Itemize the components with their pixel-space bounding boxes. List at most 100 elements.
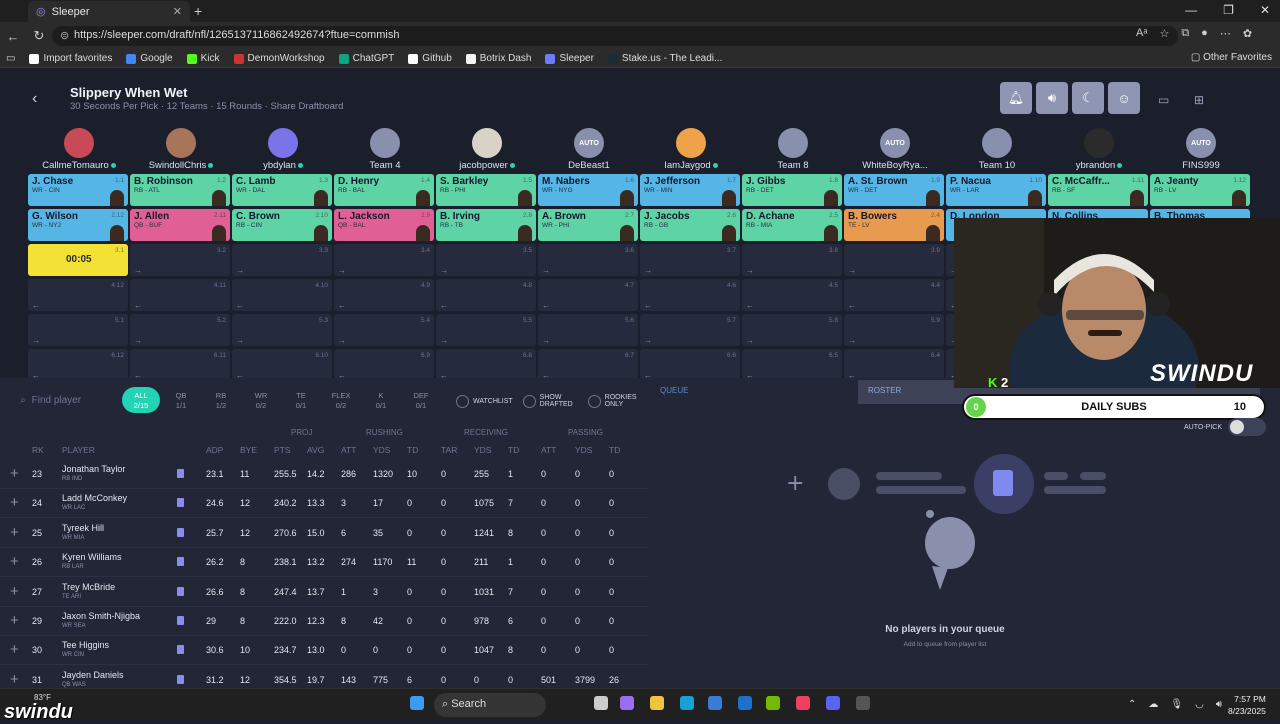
draft-pick-cell[interactable]: B. Robinson RB - ATL 1.2 [130, 174, 230, 206]
add-to-queue-icon[interactable]: + [10, 524, 19, 541]
position-tab[interactable]: K 0/1 [362, 387, 400, 413]
position-tab[interactable]: ALL 2/15 [122, 387, 160, 413]
add-to-queue-icon[interactable]: + [10, 494, 19, 511]
player-row[interactable]: +25 Tyreek Hill WR MIA 25.7 12 270.6 15.0 6 35 0 0… [0, 519, 648, 548]
filter-toggle[interactable]: WATCHLIST [456, 394, 513, 408]
nvidia-icon[interactable] [766, 696, 780, 710]
draft-pick-cell[interactable]: J. Chase WR - CIN 1.1 [28, 174, 128, 206]
player-search[interactable]: ⌕ Find player [20, 388, 106, 412]
player-name[interactable]: Ladd McConkey [62, 493, 127, 503]
player-news-icon[interactable] [177, 498, 184, 508]
team-column-header[interactable]: CallmeTomauro [28, 128, 130, 172]
close-window-icon[interactable]: ✕ [1260, 3, 1270, 17]
bookmark-item[interactable]: Botrix Dash [465, 53, 531, 64]
position-tab[interactable]: WR 0/2 [242, 387, 280, 413]
team-column-header[interactable]: jacobpower [436, 128, 538, 172]
bookmark-item[interactable]: Github [408, 53, 452, 64]
player-name[interactable]: Jaxon Smith-Njigba [62, 611, 140, 621]
player-news-icon[interactable] [177, 674, 184, 684]
add-to-queue-icon[interactable]: + [10, 671, 19, 688]
player-news-icon[interactable] [177, 557, 184, 567]
player-news-icon[interactable] [177, 645, 184, 655]
bookmark-item[interactable]: ChatGPT [338, 53, 394, 64]
favorite-star-icon[interactable]: ☆ [1159, 27, 1169, 40]
volume-icon[interactable]: 🔊︎ [1216, 699, 1222, 710]
tray-chevron-icon[interactable]: ⌃ [1128, 699, 1136, 710]
on-the-clock-cell[interactable]: 00:05 3.1 [28, 244, 128, 276]
browser-tab[interactable]: ◎ Sleeper ✕ [28, 1, 190, 22]
screen-icon[interactable]: ▭ [1158, 93, 1169, 107]
player-name[interactable]: Jonathan Taylor [62, 464, 125, 474]
team-column-header[interactable]: SwindollChris [130, 128, 232, 172]
player-name[interactable]: Tyreek Hill [62, 523, 104, 533]
team-column-header[interactable]: Team 8 [742, 128, 844, 172]
draft-pick-cell[interactable]: B. Irving RB - TB 2.8 [436, 209, 536, 241]
draft-pick-cell[interactable]: C. Lamb WR - DAL 1.3 [232, 174, 332, 206]
back-icon[interactable]: ← [0, 29, 26, 44]
column-header[interactable]: YDS [373, 445, 390, 455]
copilot-app-icon[interactable] [620, 696, 634, 710]
player-row[interactable]: +24 Ladd McConkey WR LAC 24.6 12 240.2 13.3 3 17… [0, 489, 648, 519]
column-header[interactable]: YDS [474, 445, 491, 455]
collections-icon[interactable]: ⧉ [1181, 27, 1189, 40]
draft-pick-cell[interactable]: A. Brown WR - PHI 2.7 [538, 209, 638, 241]
filter-toggle[interactable]: SHOW DRAFTED [522, 394, 578, 408]
filter-toggle[interactable]: ROOKIES ONLY [587, 394, 643, 408]
windows-start-icon[interactable] [410, 696, 424, 710]
address-bar[interactable]: ⊜ https://sleeper.com/draft/nfl/12651371… [52, 26, 1178, 46]
bookmark-item[interactable]: Import favorites [29, 53, 112, 64]
add-to-queue-icon[interactable]: + [10, 612, 19, 629]
draft-pick-cell[interactable]: G. Wilson WR - NYJ 2.12 [28, 209, 128, 241]
auto-pick-toggle[interactable] [1228, 418, 1266, 436]
player-news-icon[interactable] [177, 616, 184, 625]
draft-pick-cell[interactable]: D. Achane RB - MIA 2.5 [742, 209, 842, 241]
more-icon[interactable]: ⋯ [1220, 27, 1231, 40]
file-explorer-icon[interactable] [650, 696, 664, 710]
draft-pick-cell[interactable]: C. Brown RB - CIN 2.10 [232, 209, 332, 241]
position-tab[interactable]: TE 0/1 [282, 387, 320, 413]
player-news-icon[interactable] [177, 586, 184, 596]
taskbar-search[interactable]: ⌕ Search [434, 693, 546, 717]
wifi-icon[interactable]: ◡ [1195, 699, 1204, 710]
draft-pick-cell[interactable]: L. Jackson QB - BAL 2.9 [334, 209, 434, 241]
add-to-queue-icon[interactable]: + [10, 583, 19, 600]
draft-pick-cell[interactable]: C. McCaffr... RB - SF 1.11 [1048, 174, 1148, 206]
draft-pick-cell[interactable]: J. Gibbs RB - DET 1.8 [742, 174, 842, 206]
team-column-header[interactable]: AUTO FINS999 [1150, 128, 1252, 172]
player-row[interactable]: +23 Jonathan Taylor RB IND 23.1 11 255.5 14.2 2… [0, 460, 648, 489]
site-info-icon[interactable]: ⊜ [60, 29, 69, 42]
clock[interactable]: 7:57 PM 8/23/2025 [1228, 693, 1266, 717]
column-header[interactable]: RK [32, 445, 44, 455]
bookmark-item[interactable]: Kick [186, 53, 220, 64]
minimize-icon[interactable]: — [1185, 3, 1197, 17]
onedrive-icon[interactable]: ☁ [1148, 699, 1158, 710]
bookmark-item[interactable]: Stake.us - The Leadi... [607, 53, 722, 64]
bookmark-item[interactable]: Sleeper [545, 53, 594, 64]
obs-icon[interactable] [856, 696, 870, 710]
new-tab-icon[interactable]: + [194, 3, 202, 19]
player-row[interactable]: +27 Trey McBride TE ARI 26.6 8 247.4 13.7 1 3 0 0 1… [0, 578, 648, 607]
player-name[interactable]: Tee Higgins [62, 640, 109, 650]
other-favorites[interactable]: ▢ Other Favorites [1191, 52, 1272, 63]
player-row[interactable]: +29 Jaxon Smith-Njigba WR SEA 29 8 222.0 12.3 8… [0, 607, 648, 636]
position-tab[interactable]: FLEX 0/2 [322, 387, 360, 413]
sidebar-toggle-icon[interactable]: ▭ [6, 53, 15, 64]
draft-pick-cell[interactable]: A. Jeanty RB - LV 1.12 [1150, 174, 1250, 206]
draft-pick-cell[interactable]: B. Bowers TE - LV 2.4 [844, 209, 944, 241]
player-name[interactable]: Jayden Daniels [62, 670, 124, 680]
edge-icon[interactable] [680, 696, 694, 710]
store-icon[interactable] [708, 696, 722, 710]
bell-icon[interactable]: 🔔︎ [1000, 82, 1032, 114]
draft-pick-cell[interactable]: J. Allen QB - BUF 2.11 [130, 209, 230, 241]
refresh-icon[interactable]: ↻ [26, 28, 52, 44]
add-to-queue-icon[interactable]: + [10, 641, 19, 658]
column-header[interactable]: PLAYER [62, 445, 95, 455]
team-column-header[interactable]: ybrandon [1048, 128, 1150, 172]
team-column-header[interactable]: ybdylan [232, 128, 334, 172]
team-column-header[interactable]: Team 4 [334, 128, 436, 172]
player-name[interactable]: Trey McBride [62, 582, 115, 592]
column-header[interactable]: TD [508, 445, 519, 455]
add-to-queue-icon[interactable]: + [10, 465, 19, 482]
add-to-queue-icon[interactable]: + [10, 553, 19, 570]
copilot-icon[interactable]: ✿ [1243, 27, 1252, 40]
